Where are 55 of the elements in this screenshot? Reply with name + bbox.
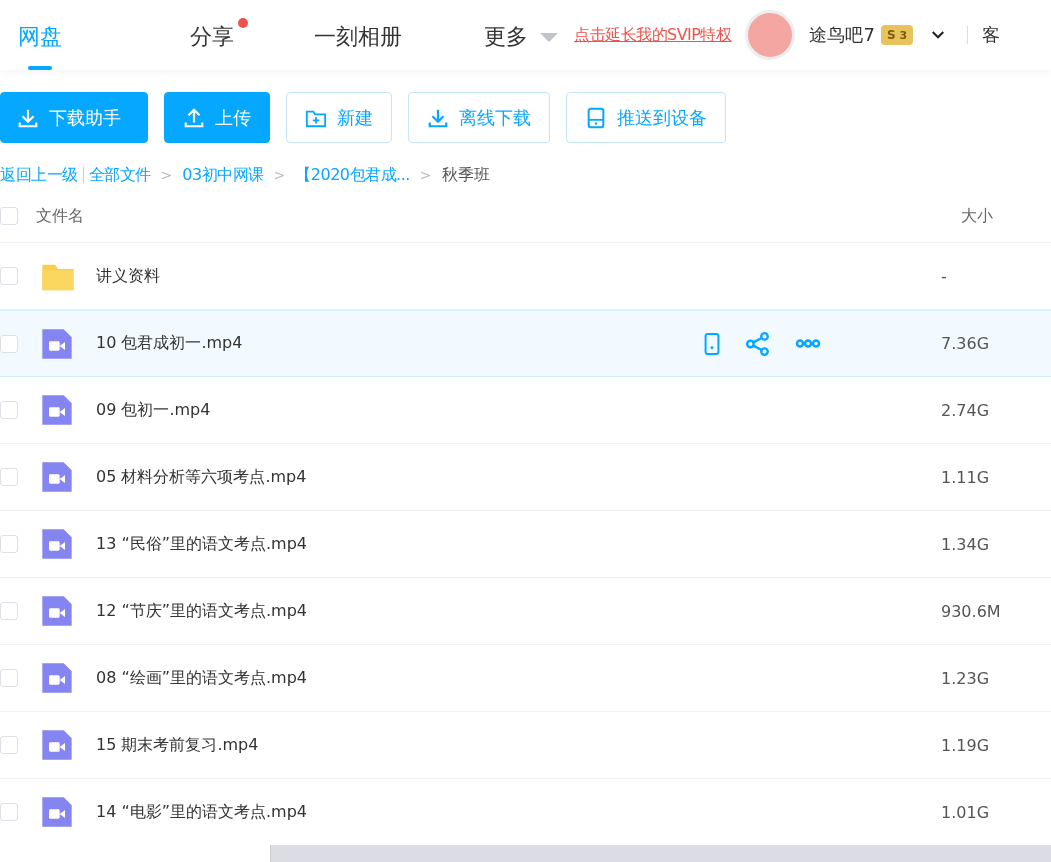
select-all-checkbox[interactable] — [0, 207, 18, 225]
breadcrumb-separator: > — [273, 167, 286, 183]
file-row[interactable]: 05 材料分析等六项考点.mp4 1.11G — [0, 444, 1051, 511]
file-row[interactable]: 15 期末考前复习.mp4 1.19G — [0, 712, 1051, 779]
nav-tab[interactable]: 一刻相册 — [314, 18, 402, 52]
badge-letter: S — [886, 28, 896, 42]
file-row[interactable]: 13 “民俗”里的语文考点.mp4 1.34G — [0, 511, 1051, 578]
row-checkbox[interactable] — [0, 334, 18, 353]
breadcrumb-current: 秋季班 — [441, 164, 490, 186]
avatar[interactable] — [745, 10, 796, 60]
device-icon — [585, 106, 607, 129]
file-size: 1.23G — [941, 668, 991, 688]
file-size: 2.74G — [941, 400, 991, 420]
file-size: - — [941, 266, 948, 286]
file-row[interactable]: 12 “节庆”里的语文考点.mp4 930.6M — [0, 578, 1051, 645]
file-name[interactable]: 14 “电影”里的语文考点.mp4 — [96, 801, 701, 823]
breadcrumb-separator: > — [160, 167, 173, 183]
file-size: 1.11G — [941, 467, 991, 487]
file-name[interactable]: 讲义资料 — [96, 265, 701, 287]
row-checkbox[interactable] — [0, 401, 18, 419]
breadcrumb-separator: > — [419, 167, 432, 183]
file-name[interactable]: 15 期末考前复习.mp4 — [96, 734, 701, 756]
file-name[interactable]: 10 包君成初一.mp4 — [96, 333, 701, 354]
file-size: 1.01G — [941, 802, 991, 822]
row-checkbox[interactable] — [0, 669, 18, 687]
file-name[interactable]: 08 “绘画”里的语文考点.mp4 — [96, 667, 701, 689]
column-header[interactable]: 大小 — [961, 205, 1051, 227]
row-checkbox[interactable] — [0, 267, 18, 285]
file-size: 1.34G — [941, 534, 991, 554]
file-size: 930.6M — [941, 601, 1002, 621]
file-name[interactable]: 09 包初一.mp4 — [96, 399, 701, 421]
file-name[interactable]: 12 “节庆”里的语文考点.mp4 — [96, 600, 701, 622]
row-checkbox[interactable] — [0, 803, 18, 821]
share-icon — [745, 330, 771, 357]
upload-icon — [183, 106, 205, 129]
file-name[interactable]: 13 “民俗”里的语文考点.mp4 — [96, 533, 701, 555]
file-row[interactable]: 08 “绘画”里的语文考点.mp4 1.23G — [0, 645, 1051, 712]
row-checkbox[interactable] — [0, 468, 18, 486]
user-name[interactable]: 途鸟吧7 — [809, 23, 875, 47]
column-header[interactable]: 文件名 — [36, 205, 961, 227]
file-size: 1.19G — [941, 735, 991, 755]
row-checkbox[interactable] — [0, 535, 18, 553]
row-checkbox[interactable] — [0, 736, 18, 754]
promo-link[interactable]: 点击延长我的SVIP特权 — [574, 24, 732, 46]
nav-item[interactable]: 客 — [982, 23, 1001, 47]
file-size: 7.36G — [941, 334, 991, 353]
tab-underline — [28, 66, 52, 70]
badge-level: 3 — [899, 28, 908, 42]
more-icon — [795, 339, 821, 348]
file-name[interactable]: 05 材料分析等六项考点.mp4 — [96, 466, 701, 488]
file-row[interactable]: 09 包初一.mp4 2.74G — [0, 377, 1051, 444]
row-checkbox[interactable] — [0, 602, 18, 620]
nav-tab[interactable]: 更多 — [484, 18, 560, 52]
file-row[interactable]: 10 包君成初一.mp4 7.36G — [0, 310, 1051, 377]
nav-tab[interactable]: 分享 — [190, 18, 248, 52]
